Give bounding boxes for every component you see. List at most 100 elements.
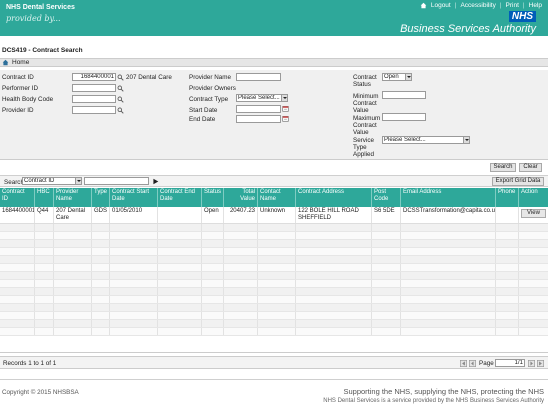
breadcrumb-home[interactable]: Home <box>12 59 29 66</box>
min-contract-value-input[interactable] <box>382 91 426 99</box>
empty-cell <box>35 280 54 287</box>
next-page-icon[interactable] <box>528 360 535 367</box>
cell-contract-id: 1684400001 <box>0 207 35 223</box>
col-email[interactable]: Email Address <box>401 188 496 207</box>
empty-cell <box>372 288 401 295</box>
col-contact-name[interactable]: Contact Name <box>258 188 296 207</box>
start-date-input[interactable] <box>236 105 281 113</box>
col-start-date[interactable]: Contract Start Date <box>110 188 158 207</box>
provider-id-label: Provider ID <box>2 107 34 114</box>
empty-cell <box>372 272 401 279</box>
cell-contact-name: Unknown <box>258 207 296 223</box>
cell-provider-name: 207 Dental Care <box>54 207 92 223</box>
search-icon[interactable] <box>117 74 124 81</box>
grid-search-field-select[interactable]: Contract ID <box>22 177 82 185</box>
calendar-icon[interactable] <box>282 115 289 122</box>
empty-cell <box>92 312 110 319</box>
service-type-select[interactable]: Please Select... <box>382 136 470 144</box>
empty-cell <box>54 256 92 263</box>
table-row[interactable]: 1684400001 Q44 207 Dental Care GDS 01/05… <box>0 207 548 224</box>
results-grid: Contract ID HBC Provider Name Type Contr… <box>0 188 548 353</box>
page-input[interactable]: 1/1 <box>495 359 525 367</box>
empty-cell <box>110 288 158 295</box>
empty-cell <box>110 224 158 231</box>
empty-cell <box>224 320 258 327</box>
page-title: DCS419 - Contract Search <box>2 47 83 54</box>
contract-type-select[interactable]: Please Select... <box>236 94 288 102</box>
empty-cell <box>0 296 35 303</box>
chevron-down-icon <box>281 95 287 101</box>
chevron-down-icon <box>405 74 411 80</box>
empty-cell <box>54 232 92 239</box>
empty-cell <box>224 272 258 279</box>
print-link[interactable]: Print <box>506 2 519 9</box>
search-icon[interactable] <box>117 107 124 114</box>
health-body-code-input[interactable] <box>72 95 116 103</box>
search-icon[interactable] <box>117 96 124 103</box>
empty-cell <box>35 272 54 279</box>
col-post-code[interactable]: Post Code <box>372 188 401 207</box>
clear-button[interactable]: Clear <box>519 163 542 172</box>
empty-cell <box>496 248 519 255</box>
col-provider-name[interactable]: Provider Name <box>54 188 92 207</box>
empty-cell <box>519 248 548 255</box>
empty-cell <box>224 288 258 295</box>
provider-name-input[interactable] <box>236 73 281 81</box>
cell-type: GDS <box>92 207 110 223</box>
performer-id-input[interactable] <box>72 84 116 92</box>
empty-cell <box>224 280 258 287</box>
empty-cell <box>401 320 496 327</box>
last-page-icon[interactable] <box>537 360 544 367</box>
cell-start-date: 01/05/2010 <box>110 207 158 223</box>
empty-cell <box>296 312 372 319</box>
empty-cell <box>110 240 158 247</box>
empty-cell <box>401 296 496 303</box>
col-contract-id[interactable]: Contract ID <box>0 188 35 207</box>
empty-cell <box>258 272 296 279</box>
col-total-value[interactable]: Total Value <box>224 188 258 207</box>
col-status[interactable]: Status <box>202 188 224 207</box>
empty-cell <box>202 224 224 231</box>
contract-status-select[interactable]: Open <box>382 73 412 81</box>
grid-search-input[interactable] <box>84 177 149 185</box>
contract-id-input[interactable]: 1684400001 <box>72 73 116 81</box>
export-grid-button[interactable]: Export Grid Data <box>492 177 544 186</box>
nhs-logo: NHS <box>508 11 536 22</box>
empty-cell <box>372 232 401 239</box>
empty-table-row <box>0 248 548 256</box>
empty-cell <box>296 264 372 271</box>
contract-type-label: Contract Type <box>189 96 229 103</box>
empty-cell <box>0 256 35 263</box>
empty-table-row <box>0 224 548 232</box>
first-page-icon[interactable] <box>460 360 467 367</box>
provider-id-input[interactable] <box>72 106 116 114</box>
link-separator: | <box>522 2 525 9</box>
empty-cell <box>0 264 35 271</box>
grid-toolbar: Search Contract ID Export Grid Data <box>0 175 548 187</box>
cell-hbc: Q44 <box>35 207 54 223</box>
col-contract-address[interactable]: Contract Address <box>296 188 372 207</box>
empty-table-row <box>0 240 548 248</box>
search-button[interactable]: Search <box>490 163 516 172</box>
empty-cell <box>258 264 296 271</box>
help-link[interactable]: Help <box>529 2 542 9</box>
col-phone[interactable]: Phone <box>496 188 519 207</box>
max-contract-value-input[interactable] <box>382 113 426 121</box>
col-action[interactable]: Action <box>519 188 548 207</box>
empty-cell <box>92 280 110 287</box>
logout-link[interactable]: Logout <box>431 2 451 9</box>
empty-cell <box>202 288 224 295</box>
previous-page-icon[interactable] <box>469 360 476 367</box>
col-type[interactable]: Type <box>92 188 110 207</box>
accessibility-link[interactable]: Accessibility <box>460 2 495 9</box>
search-icon[interactable] <box>117 85 124 92</box>
view-button[interactable]: View <box>521 209 546 218</box>
end-date-input[interactable] <box>236 115 281 123</box>
empty-cell <box>258 312 296 319</box>
calendar-icon[interactable] <box>282 105 289 112</box>
empty-cell <box>401 280 496 287</box>
col-hbc[interactable]: HBC <box>35 188 54 207</box>
col-end-date[interactable]: Contract End Date <box>158 188 202 207</box>
empty-cell <box>110 264 158 271</box>
play-arrow-icon[interactable] <box>152 178 159 185</box>
